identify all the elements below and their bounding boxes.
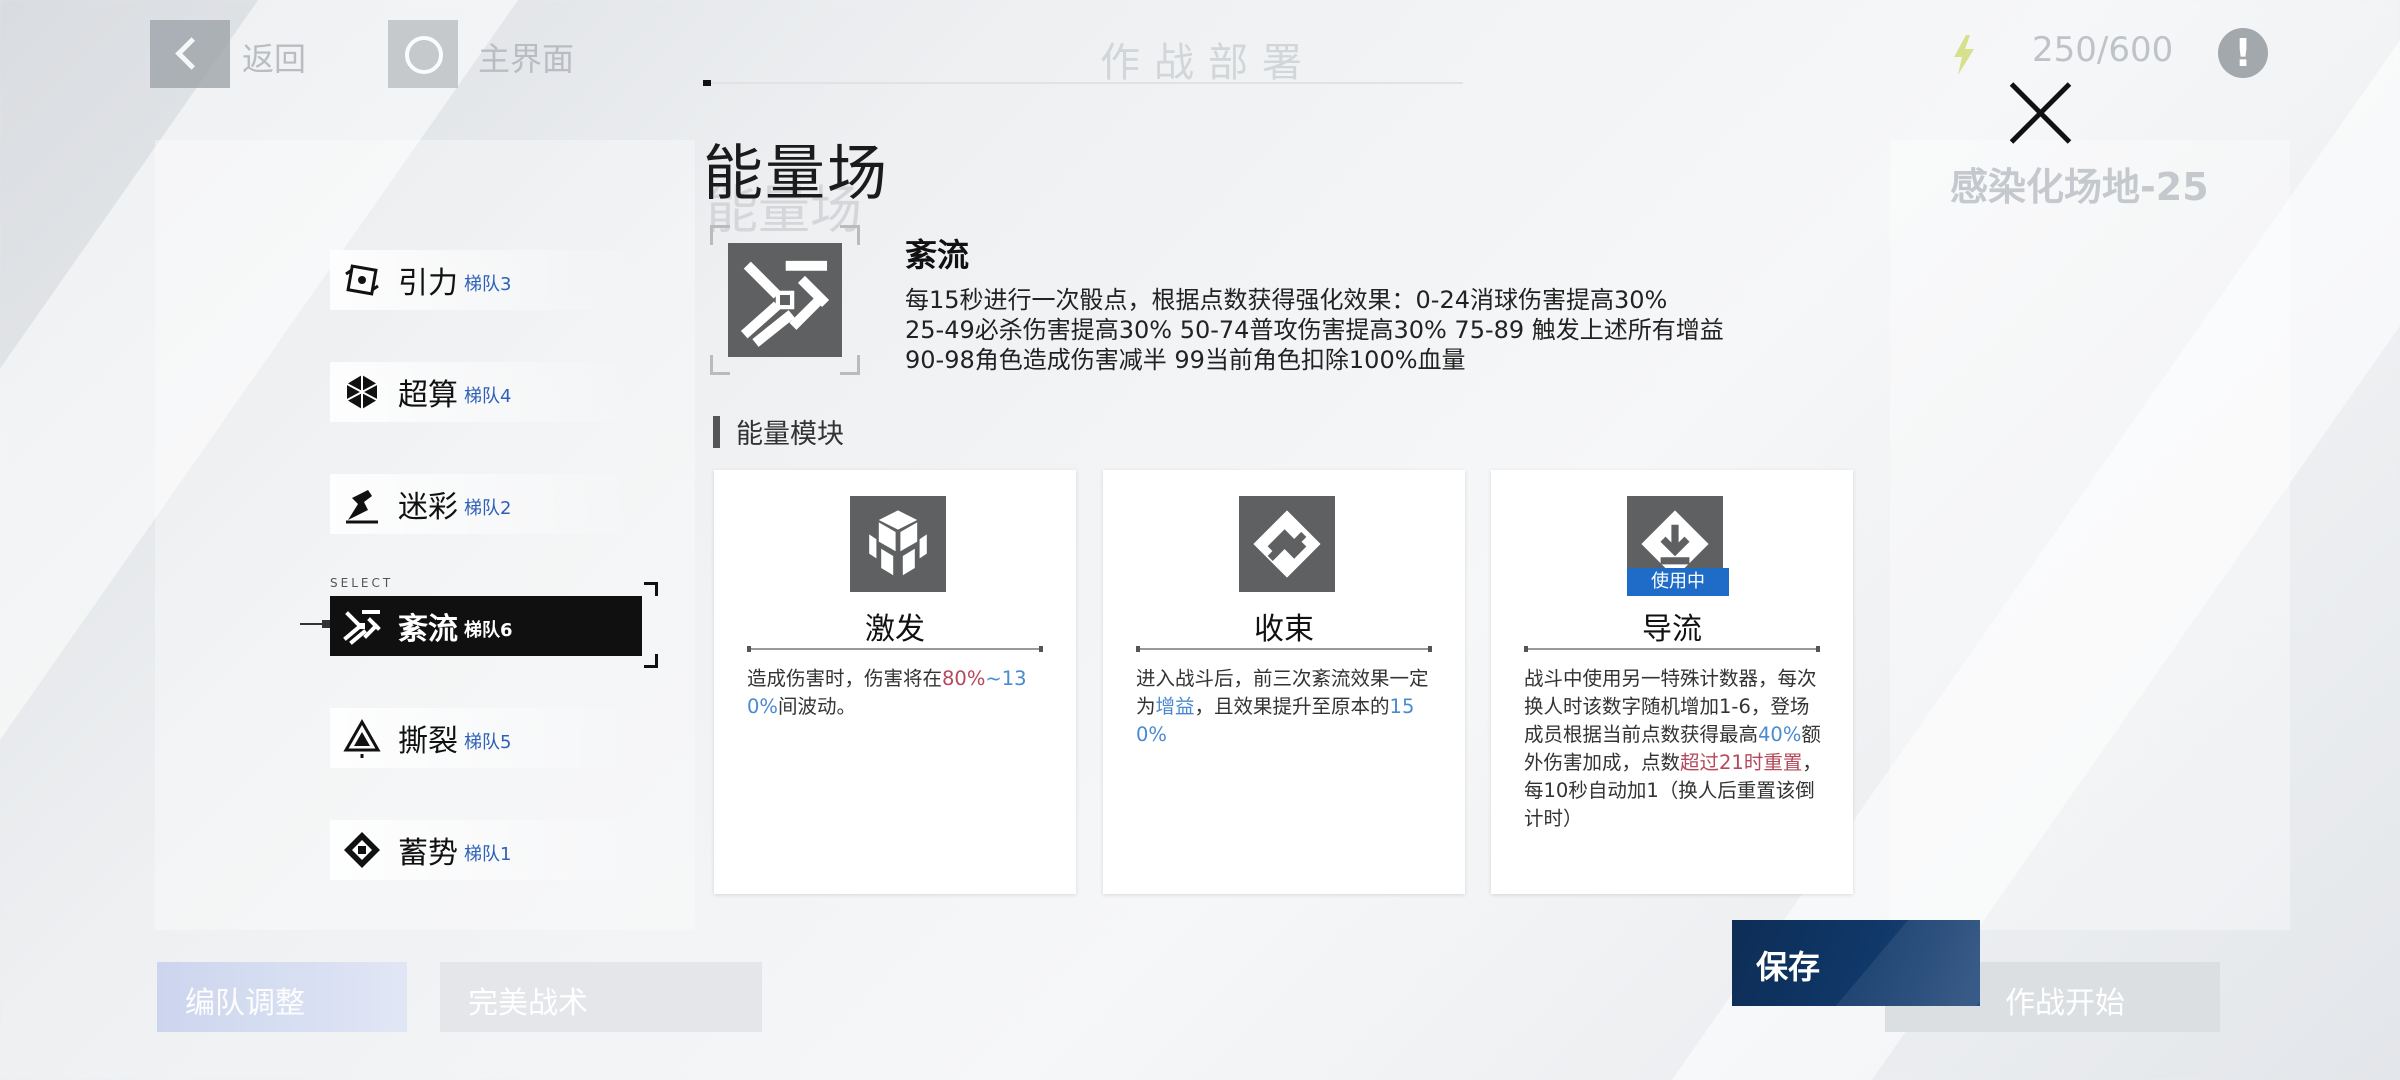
frame-corner: [710, 355, 730, 375]
module-card-diversion[interactable]: 使用中 导流 战斗中使用另一特殊计数器，每次换人时该数字随机增加1-6，登场成员…: [1491, 470, 1853, 894]
module-section-header: 能量模块: [713, 412, 844, 451]
perfect-tactics-button[interactable]: 完美战术: [440, 962, 762, 1032]
desc-highlight: 增益: [1155, 695, 1195, 718]
gravity-icon: [342, 260, 382, 300]
desc-text: ，且效果提升至原本的: [1194, 695, 1390, 718]
tear-icon: [342, 718, 382, 758]
desc-highlight: 超过21时重置: [1680, 751, 1803, 774]
back-button[interactable]: [150, 20, 230, 88]
popup-top-divider: [703, 80, 1463, 86]
field-name: 引力: [398, 266, 458, 301]
field-item-gravity[interactable]: 引力 梯队3: [330, 250, 640, 310]
field-name: 撕裂: [398, 724, 458, 759]
converge-icon: [1239, 496, 1335, 592]
supercompute-icon: [342, 372, 382, 412]
field-name: 迷彩: [398, 490, 458, 525]
module-divider: [1524, 646, 1820, 652]
detail-field-name: 紊流: [905, 236, 970, 274]
field-item-supercompute[interactable]: 超算 梯队4: [330, 362, 640, 422]
module-card-converge[interactable]: 收束 进入战斗后，前三次紊流效果一定为增益，且效果提升至原本的150%: [1103, 470, 1465, 894]
module-name: 激发: [865, 612, 925, 647]
close-button[interactable]: [2006, 78, 2076, 148]
energy-counter: 250/600: [2032, 30, 2174, 70]
charge-icon: [342, 830, 382, 870]
field-item-charge[interactable]: 蓄势 梯队1: [330, 820, 640, 880]
field-name: 超算: [398, 378, 458, 413]
turbulence-icon: [728, 243, 842, 357]
desc-highlight: 40%: [1758, 723, 1802, 746]
module-divider: [1136, 646, 1432, 652]
selection-pointer: [300, 620, 330, 628]
frame-corner: [840, 355, 860, 375]
home-label: 主界面: [478, 40, 575, 78]
perfect-tactics-label: 完美战术: [468, 986, 588, 1021]
module-card-excite[interactable]: 激发 造成伤害时，伤害将在80%~130%间波动。: [714, 470, 1076, 894]
module-name: 收束: [1254, 612, 1314, 647]
select-label: SELECT: [330, 576, 394, 590]
module-description: 战斗中使用另一特殊计数器，每次换人时该数字随机增加1-6，登场成员根据当前点数获…: [1524, 665, 1824, 833]
desc-text: 间波动。: [777, 695, 856, 718]
field-team: 梯队2: [464, 498, 512, 519]
popup-title: 能量场: [703, 139, 889, 209]
frame-corner: [840, 225, 860, 245]
field-team: 梯队6: [464, 620, 513, 641]
selection-bracket: [644, 582, 658, 596]
field-team: 梯队3: [464, 274, 512, 295]
field-item-turbulence[interactable]: 紊流 梯队6: [330, 596, 642, 656]
team-adjust-label: 编队调整: [185, 986, 305, 1021]
frame-corner: [710, 225, 730, 245]
field-team: 梯队1: [464, 844, 512, 865]
home-button[interactable]: [388, 20, 458, 88]
camouflage-icon: [342, 484, 382, 524]
module-description: 进入战斗后，前三次紊流效果一定为增益，且效果提升至原本的150%: [1136, 665, 1436, 749]
module-section-title: 能量模块: [736, 419, 844, 450]
field-name: 紊流: [398, 612, 458, 647]
desc-highlight: 80%: [942, 667, 986, 690]
info-button[interactable]: !: [2218, 28, 2268, 78]
page-title: 作战部署: [1100, 40, 1316, 86]
field-team: 梯队4: [464, 386, 512, 407]
field-team: 梯队5: [464, 732, 512, 753]
desc-text: 造成伤害时，伤害将在: [747, 667, 943, 690]
field-item-camouflage[interactable]: 迷彩 梯队2: [330, 474, 640, 534]
turbulence-icon: [342, 606, 382, 646]
bg-stage-panel: [1890, 140, 2290, 930]
back-label: 返回: [242, 40, 307, 78]
module-divider: [747, 646, 1043, 652]
desc-highlight: ~: [985, 667, 1002, 690]
selection-bracket: [644, 654, 658, 668]
module-description: 造成伤害时，伤害将在80%~130%间波动。: [747, 665, 1047, 721]
field-item-tear[interactable]: 撕裂 梯队5: [330, 708, 640, 768]
section-bar: [713, 415, 720, 448]
module-name: 导流: [1642, 612, 1702, 647]
in-use-badge: 使用中: [1627, 568, 1729, 596]
detail-icon-frame: [710, 225, 860, 375]
save-label: 保存: [1756, 948, 1821, 986]
detail-field-description: 每15秒进行一次骰点，根据点数获得强化效果：0-24消球伤害提高30% 25-4…: [905, 286, 1724, 374]
bg-stage-title: 感染化场地-25: [1950, 165, 2209, 209]
save-button[interactable]: 保存: [1732, 920, 1980, 1006]
energy-icon: [1948, 35, 1978, 75]
cubes-icon: [850, 496, 946, 592]
team-adjust-button[interactable]: 编队调整: [157, 962, 407, 1032]
field-name: 蓄势: [398, 836, 458, 871]
start-battle-label: 作战开始: [2005, 986, 2125, 1021]
